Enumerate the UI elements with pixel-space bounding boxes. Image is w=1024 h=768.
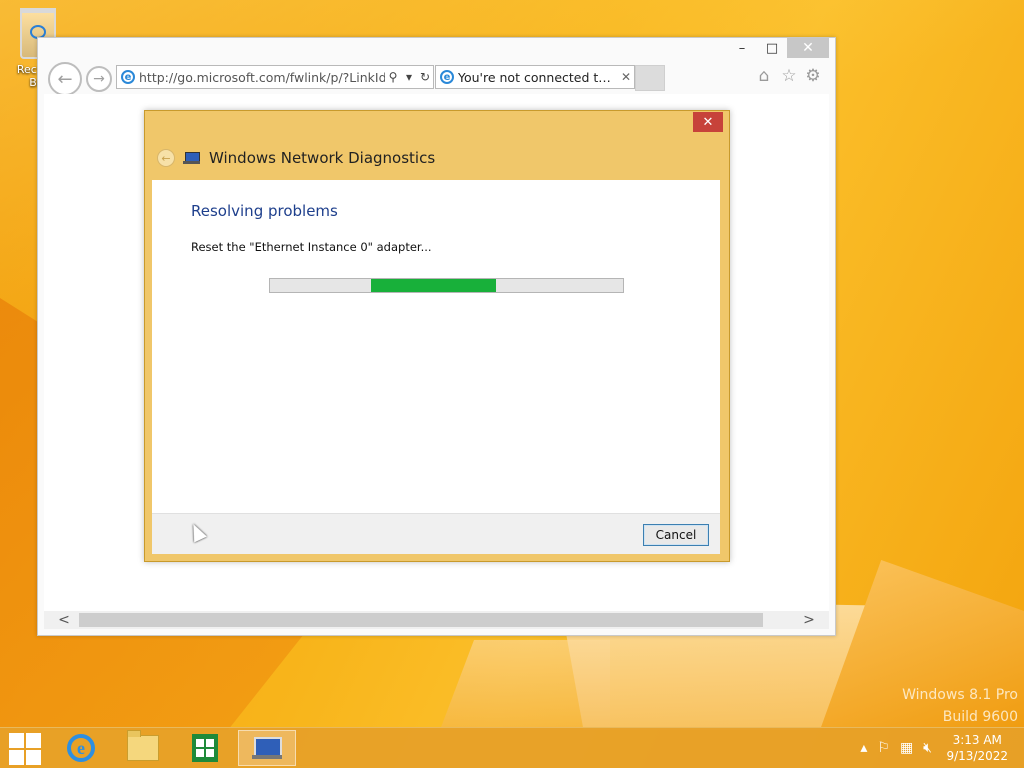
taskbar-store[interactable] bbox=[176, 730, 234, 766]
new-tab-button[interactable] bbox=[635, 65, 665, 91]
ie-favicon-icon: e bbox=[440, 70, 454, 84]
scroll-left-icon[interactable]: < bbox=[44, 612, 84, 628]
network-diagnostics-icon bbox=[183, 151, 201, 165]
taskbar-file-explorer[interactable] bbox=[114, 730, 172, 766]
taskbar: e ▴ ⚐ ▦ 🔇︎ 3:13 AM 9/13/2022 bbox=[0, 727, 1024, 768]
address-url[interactable]: http://go.microsoft.com/fwlink/p/?LinkId… bbox=[139, 70, 385, 85]
scrollbar-thumb[interactable] bbox=[79, 613, 763, 627]
start-button[interactable] bbox=[8, 732, 42, 766]
arrow-right-icon: → bbox=[93, 71, 105, 87]
dialog-body: Resolving problems Reset the "Ethernet I… bbox=[152, 180, 720, 513]
address-bar[interactable]: e http://go.microsoft.com/fwlink/p/?Link… bbox=[116, 65, 434, 89]
folder-icon bbox=[127, 730, 159, 761]
back-arrow-icon[interactable]: ← bbox=[157, 149, 175, 167]
minimize-button[interactable]: – bbox=[727, 38, 757, 58]
tab-title: You're not connected to a ... bbox=[458, 69, 618, 85]
dialog-heading: Resolving problems bbox=[191, 202, 338, 220]
watermark-edition: Windows 8.1 Pro bbox=[902, 687, 1018, 703]
horizontal-scrollbar[interactable]: < > bbox=[44, 611, 829, 629]
forward-button[interactable]: → bbox=[86, 66, 112, 92]
network-diagnostics-icon bbox=[252, 735, 282, 761]
clock-date: 9/13/2022 bbox=[946, 749, 1008, 763]
cancel-button[interactable]: Cancel bbox=[643, 524, 709, 546]
network-diagnostics-dialog: ✕ ← Windows Network Diagnostics Resolvin… bbox=[144, 110, 730, 562]
dialog-close-button[interactable]: ✕ bbox=[693, 112, 723, 132]
tab-close-icon[interactable]: ✕ bbox=[618, 70, 634, 84]
refresh-icon[interactable]: ↻ bbox=[417, 70, 433, 84]
taskbar-network-diagnostics[interactable] bbox=[238, 730, 296, 766]
maximize-button[interactable]: □ bbox=[757, 38, 787, 58]
favorites-star-icon[interactable]: ☆ bbox=[779, 66, 799, 86]
system-tray: ▴ ⚐ ▦ 🔇︎ bbox=[860, 740, 932, 756]
network-status-icon[interactable]: ▦ bbox=[900, 740, 913, 756]
ie-favicon-icon: e bbox=[121, 70, 135, 84]
watermark-build: Build 9600 bbox=[942, 709, 1018, 725]
internet-explorer-icon: e bbox=[67, 734, 95, 762]
show-hidden-icons-icon[interactable]: ▴ bbox=[860, 740, 867, 756]
dialog-header: ← Windows Network Diagnostics bbox=[157, 149, 435, 167]
close-button[interactable]: ✕ bbox=[787, 38, 829, 58]
scroll-right-icon[interactable]: > bbox=[789, 612, 829, 628]
system-clock[interactable]: 3:13 AM 9/13/2022 bbox=[946, 732, 1008, 764]
dialog-title: Windows Network Diagnostics bbox=[209, 149, 436, 167]
store-icon bbox=[192, 734, 218, 762]
clock-time: 3:13 AM bbox=[952, 733, 1002, 747]
windows-version-watermark: Windows 8.1 Pro Build 9600 bbox=[902, 684, 1018, 728]
taskbar-internet-explorer[interactable]: e bbox=[52, 730, 110, 766]
dropdown-icon[interactable]: ▾ bbox=[401, 70, 417, 84]
progress-bar bbox=[269, 278, 624, 293]
search-icon[interactable]: ⚲ bbox=[385, 70, 401, 84]
home-icon[interactable]: ⌂ bbox=[754, 66, 774, 86]
arrow-left-icon: ← bbox=[57, 68, 73, 90]
progress-fill bbox=[370, 279, 496, 292]
volume-muted-icon[interactable]: 🔇︎ bbox=[923, 740, 932, 756]
status-text: Reset the "Ethernet Instance 0" adapter.… bbox=[191, 240, 432, 254]
browser-tab[interactable]: e You're not connected to a ... ✕ bbox=[435, 65, 635, 89]
settings-gear-icon[interactable]: ⚙ bbox=[803, 66, 823, 86]
back-button[interactable]: ← bbox=[48, 62, 82, 96]
dialog-footer: Cancel bbox=[152, 513, 720, 554]
action-center-flag-icon[interactable]: ⚐ bbox=[877, 740, 890, 756]
